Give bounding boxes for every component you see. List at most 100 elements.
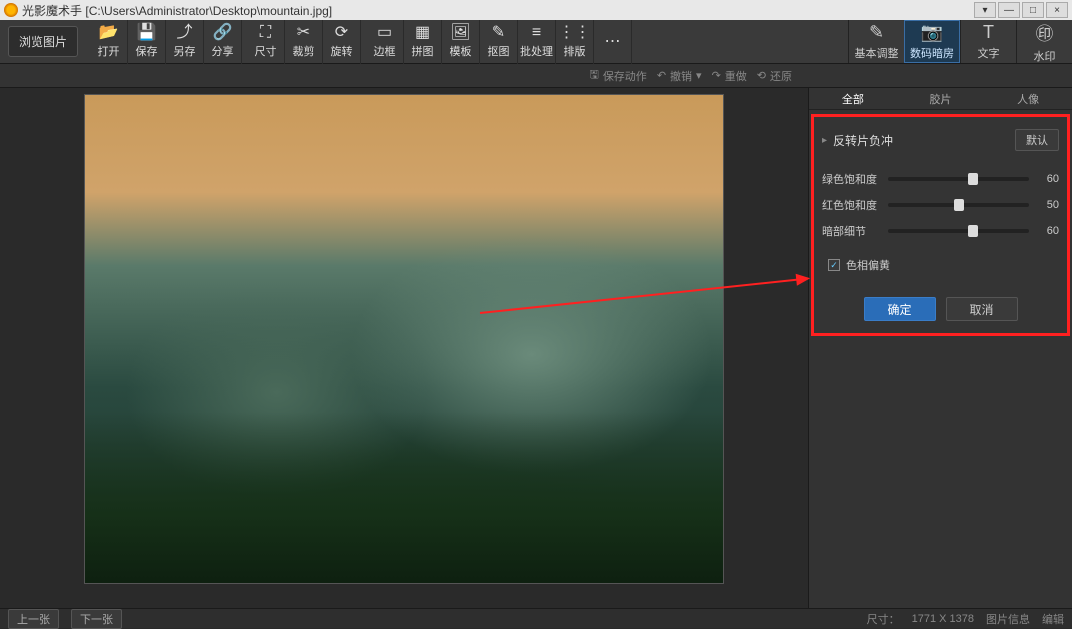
workspace: 全部胶片人像 反转片负冲 默认 绿色饱和度60 红色饱和度 50 暗部细节 60 ✓ 色… (0, 88, 1072, 608)
tool-label: 另存 (174, 43, 196, 59)
revert-icon: ⟲ (757, 69, 766, 82)
mode-tab-icon: T (983, 22, 994, 43)
tool-裁剪[interactable]: ✂裁剪 (285, 20, 323, 64)
tool-icon: ⋯ (605, 34, 621, 50)
tool-分享[interactable]: 🔗分享 (204, 20, 242, 64)
tool-group: 📂 打开 💾 保存 ⤴ 另存 🔗分享 ⛶ 尺寸 ✂裁剪⟳旋转▭边框 ▦ 拼图 🖼模板 ✎ 抠图 ≡ 批处理⋮⋮排… (86, 20, 636, 63)
image-canvas[interactable] (84, 94, 724, 584)
mode-tab-基本调整[interactable]: ✎ 基本调整 (848, 20, 904, 63)
panel-tab-全部[interactable]: 全部 (809, 88, 897, 109)
redo-button[interactable]: ↷ 重做 (712, 68, 747, 84)
slider-label: 暗部细节 (822, 223, 882, 239)
prev-image-button[interactable]: 上一张 (8, 609, 59, 629)
hue-yellow-checkbox-row[interactable]: ✓ 色相偏黄 (828, 257, 1059, 273)
effect-settings-highlight: 反转片负冲 默认 绿色饱和度60 红色饱和度 50 暗部细节 60 ✓ 色相偏黄 确定 … (811, 114, 1070, 336)
menu-button[interactable]: ▾ (974, 2, 996, 18)
slider-红色饱和度: 红色饱和度 50 (822, 197, 1059, 213)
sliders-container: 绿色饱和度60 红色饱和度 50 暗部细节 60 (822, 171, 1059, 239)
tool-label: 拼图 (412, 43, 434, 59)
ok-button[interactable]: 确定 (864, 297, 936, 321)
tool-抠图[interactable]: ✎ 抠图 (480, 20, 518, 64)
tool-排版[interactable]: ⋮⋮排版 (556, 20, 594, 64)
undo-label: 撤销 (670, 68, 692, 84)
slider-绿色饱和度: 绿色饱和度60 (822, 171, 1059, 187)
tool-label: 打开 (98, 43, 120, 59)
effect-header[interactable]: 反转片负冲 默认 (822, 123, 1059, 161)
tool-icon: ⛶ (260, 25, 271, 41)
dialog-buttons: 确定 取消 (822, 297, 1059, 321)
panel-category-tabs: 全部胶片人像 (809, 88, 1072, 110)
close-button[interactable]: × (1046, 2, 1068, 18)
slider-thumb[interactable] (954, 199, 964, 211)
tool-label: 尺寸 (255, 43, 277, 59)
undo-icon: ↶ (657, 69, 666, 82)
edit-label: 编辑 (1042, 611, 1064, 627)
mode-tab-label: 基本调整 (855, 45, 899, 61)
revert-label: 还原 (770, 68, 792, 84)
maximize-button[interactable]: □ (1022, 2, 1044, 18)
tool-icon: 🔗 (213, 25, 233, 41)
slider-thumb[interactable] (968, 225, 978, 237)
slider-value: 50 (1035, 199, 1059, 211)
tool-icon: ≡ (532, 25, 541, 41)
default-button[interactable]: 默认 (1015, 129, 1059, 151)
file-path: [C:\Users\Administrator\Desktop\mountain… (85, 4, 332, 18)
app-name: 光影魔术手 (22, 4, 82, 18)
panel-tab-人像[interactable]: 人像 (984, 88, 1072, 109)
slider-label: 红色饱和度 (822, 197, 882, 213)
slider-thumb[interactable] (968, 173, 978, 185)
undo-button[interactable]: ↶ 撤销 ▾ (657, 68, 702, 84)
mode-tab-数码暗房[interactable]: 📷 数码暗房 (904, 20, 960, 63)
minimize-button[interactable]: — (998, 2, 1020, 18)
tool-拼图[interactable]: ▦ 拼图 (404, 20, 442, 64)
tool-icon: ▦ (415, 25, 430, 41)
image-info-button[interactable]: 图片信息 (986, 611, 1030, 627)
mode-tab-icon: 📷 (921, 22, 943, 43)
mode-tab-水印[interactable]: ㊞水印 (1016, 20, 1072, 63)
tool-icon: ⋮⋮ (559, 25, 591, 41)
titlebar: 光影魔术手 [C:\Users\Administrator\Desktop\mo… (0, 0, 1072, 20)
mode-tab-文字[interactable]: T 文字 (960, 20, 1016, 63)
mode-tab-icon: ㊞ (1036, 20, 1054, 46)
effect-name: 反转片负冲 (822, 132, 893, 149)
revert-button[interactable]: ⟲ 还原 (757, 68, 792, 84)
tool-label: 边框 (374, 43, 396, 59)
tool-批处理[interactable]: ≡ 批处理 (518, 20, 556, 64)
next-image-button[interactable]: 下一张 (71, 609, 122, 629)
tool-more[interactable]: ⋯ (594, 20, 632, 64)
slider-track[interactable] (888, 229, 1029, 233)
tool-icon: 📂 (99, 25, 119, 41)
mode-tab-icon: ✎ (869, 22, 884, 43)
redo-icon: ↷ (712, 69, 721, 82)
tool-label: 保存 (136, 43, 158, 59)
window-controls: ▾ — □ × (974, 2, 1068, 18)
tool-label: 旋转 (331, 43, 353, 59)
tool-另存[interactable]: ⤴ 另存 (166, 20, 204, 64)
tool-模板[interactable]: 🖼模板 (442, 20, 480, 64)
browse-images-button[interactable]: 浏览图片 (8, 26, 78, 57)
cancel-button[interactable]: 取消 (946, 297, 1018, 321)
panel-tab-胶片[interactable]: 胶片 (897, 88, 985, 109)
window-title: 光影魔术手 [C:\Users\Administrator\Desktop\mo… (22, 2, 974, 19)
mode-tab-label: 数码暗房 (910, 45, 954, 61)
canvas-area (0, 88, 808, 608)
tool-icon: ✎ (492, 25, 505, 41)
checkbox-icon[interactable]: ✓ (828, 259, 840, 271)
tool-label: 批处理 (520, 43, 553, 59)
size-value: 1771 X 1378 (912, 613, 974, 625)
slider-track[interactable] (888, 203, 1029, 207)
tool-icon: 💾 (137, 25, 157, 41)
save-action-button[interactable]: 🖫 保存动作 (589, 66, 646, 85)
slider-value: 60 (1035, 225, 1059, 237)
tool-打开[interactable]: 📂 打开 (90, 20, 128, 64)
tool-旋转[interactable]: ⟳旋转 (323, 20, 361, 64)
slider-track[interactable] (888, 177, 1029, 181)
right-panel: 全部胶片人像 反转片负冲 默认 绿色饱和度60 红色饱和度 50 暗部细节 60 ✓ 色… (808, 88, 1072, 608)
tool-尺寸[interactable]: ⛶ 尺寸 (247, 20, 285, 64)
tool-icon: ⤴ (176, 25, 192, 41)
mode-tab-label: 文字 (978, 45, 1000, 61)
tool-label: 抠图 (488, 43, 510, 59)
slider-暗部细节: 暗部细节 60 (822, 223, 1059, 239)
tool-保存[interactable]: 💾 保存 (128, 20, 166, 64)
tool-边框[interactable]: ▭边框 (366, 20, 404, 64)
